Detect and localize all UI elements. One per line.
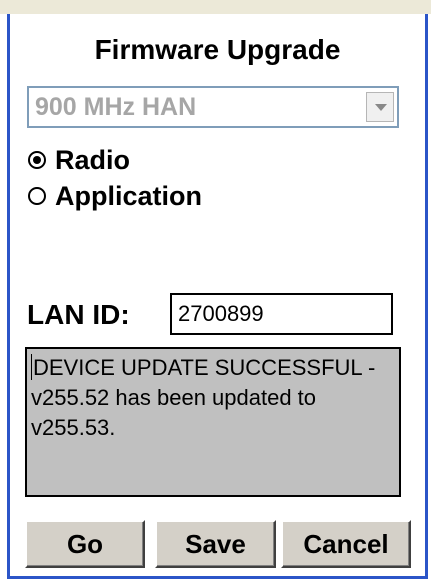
lan-id-label: LAN ID: xyxy=(27,299,130,330)
top-strip xyxy=(0,0,431,14)
radio-label-radio: Radio xyxy=(55,144,131,175)
save-button[interactable]: Save xyxy=(155,520,276,568)
radio-button-application[interactable] xyxy=(28,187,46,205)
status-message: DEVICE UPDATE SUCCESSFUL - v255.52 has b… xyxy=(31,355,376,440)
dialog-frame: Firmware Upgrade 900 MHz HAN Radio Appli… xyxy=(7,14,428,579)
module-select[interactable]: 900 MHz HAN xyxy=(27,86,399,128)
go-button[interactable]: Go xyxy=(25,520,145,568)
text-caret xyxy=(31,354,32,380)
status-message-box[interactable]: DEVICE UPDATE SUCCESSFUL - v255.52 has b… xyxy=(25,347,401,497)
dialog-title: Firmware Upgrade xyxy=(94,34,341,65)
radio-label-application: Application xyxy=(55,180,202,211)
radio-option-radio[interactable]: Radio xyxy=(28,143,130,177)
module-select-value: 900 MHz HAN xyxy=(35,93,197,121)
chevron-down-icon xyxy=(375,104,387,111)
firmware-upgrade-window: Firmware Upgrade 900 MHz HAN Radio Appli… xyxy=(0,0,431,579)
radio-button-radio[interactable] xyxy=(28,151,46,169)
dropdown-button[interactable] xyxy=(366,92,394,122)
radio-option-application[interactable]: Application xyxy=(28,179,202,213)
lan-id-input[interactable] xyxy=(170,293,393,335)
cancel-button[interactable]: Cancel xyxy=(281,520,411,568)
